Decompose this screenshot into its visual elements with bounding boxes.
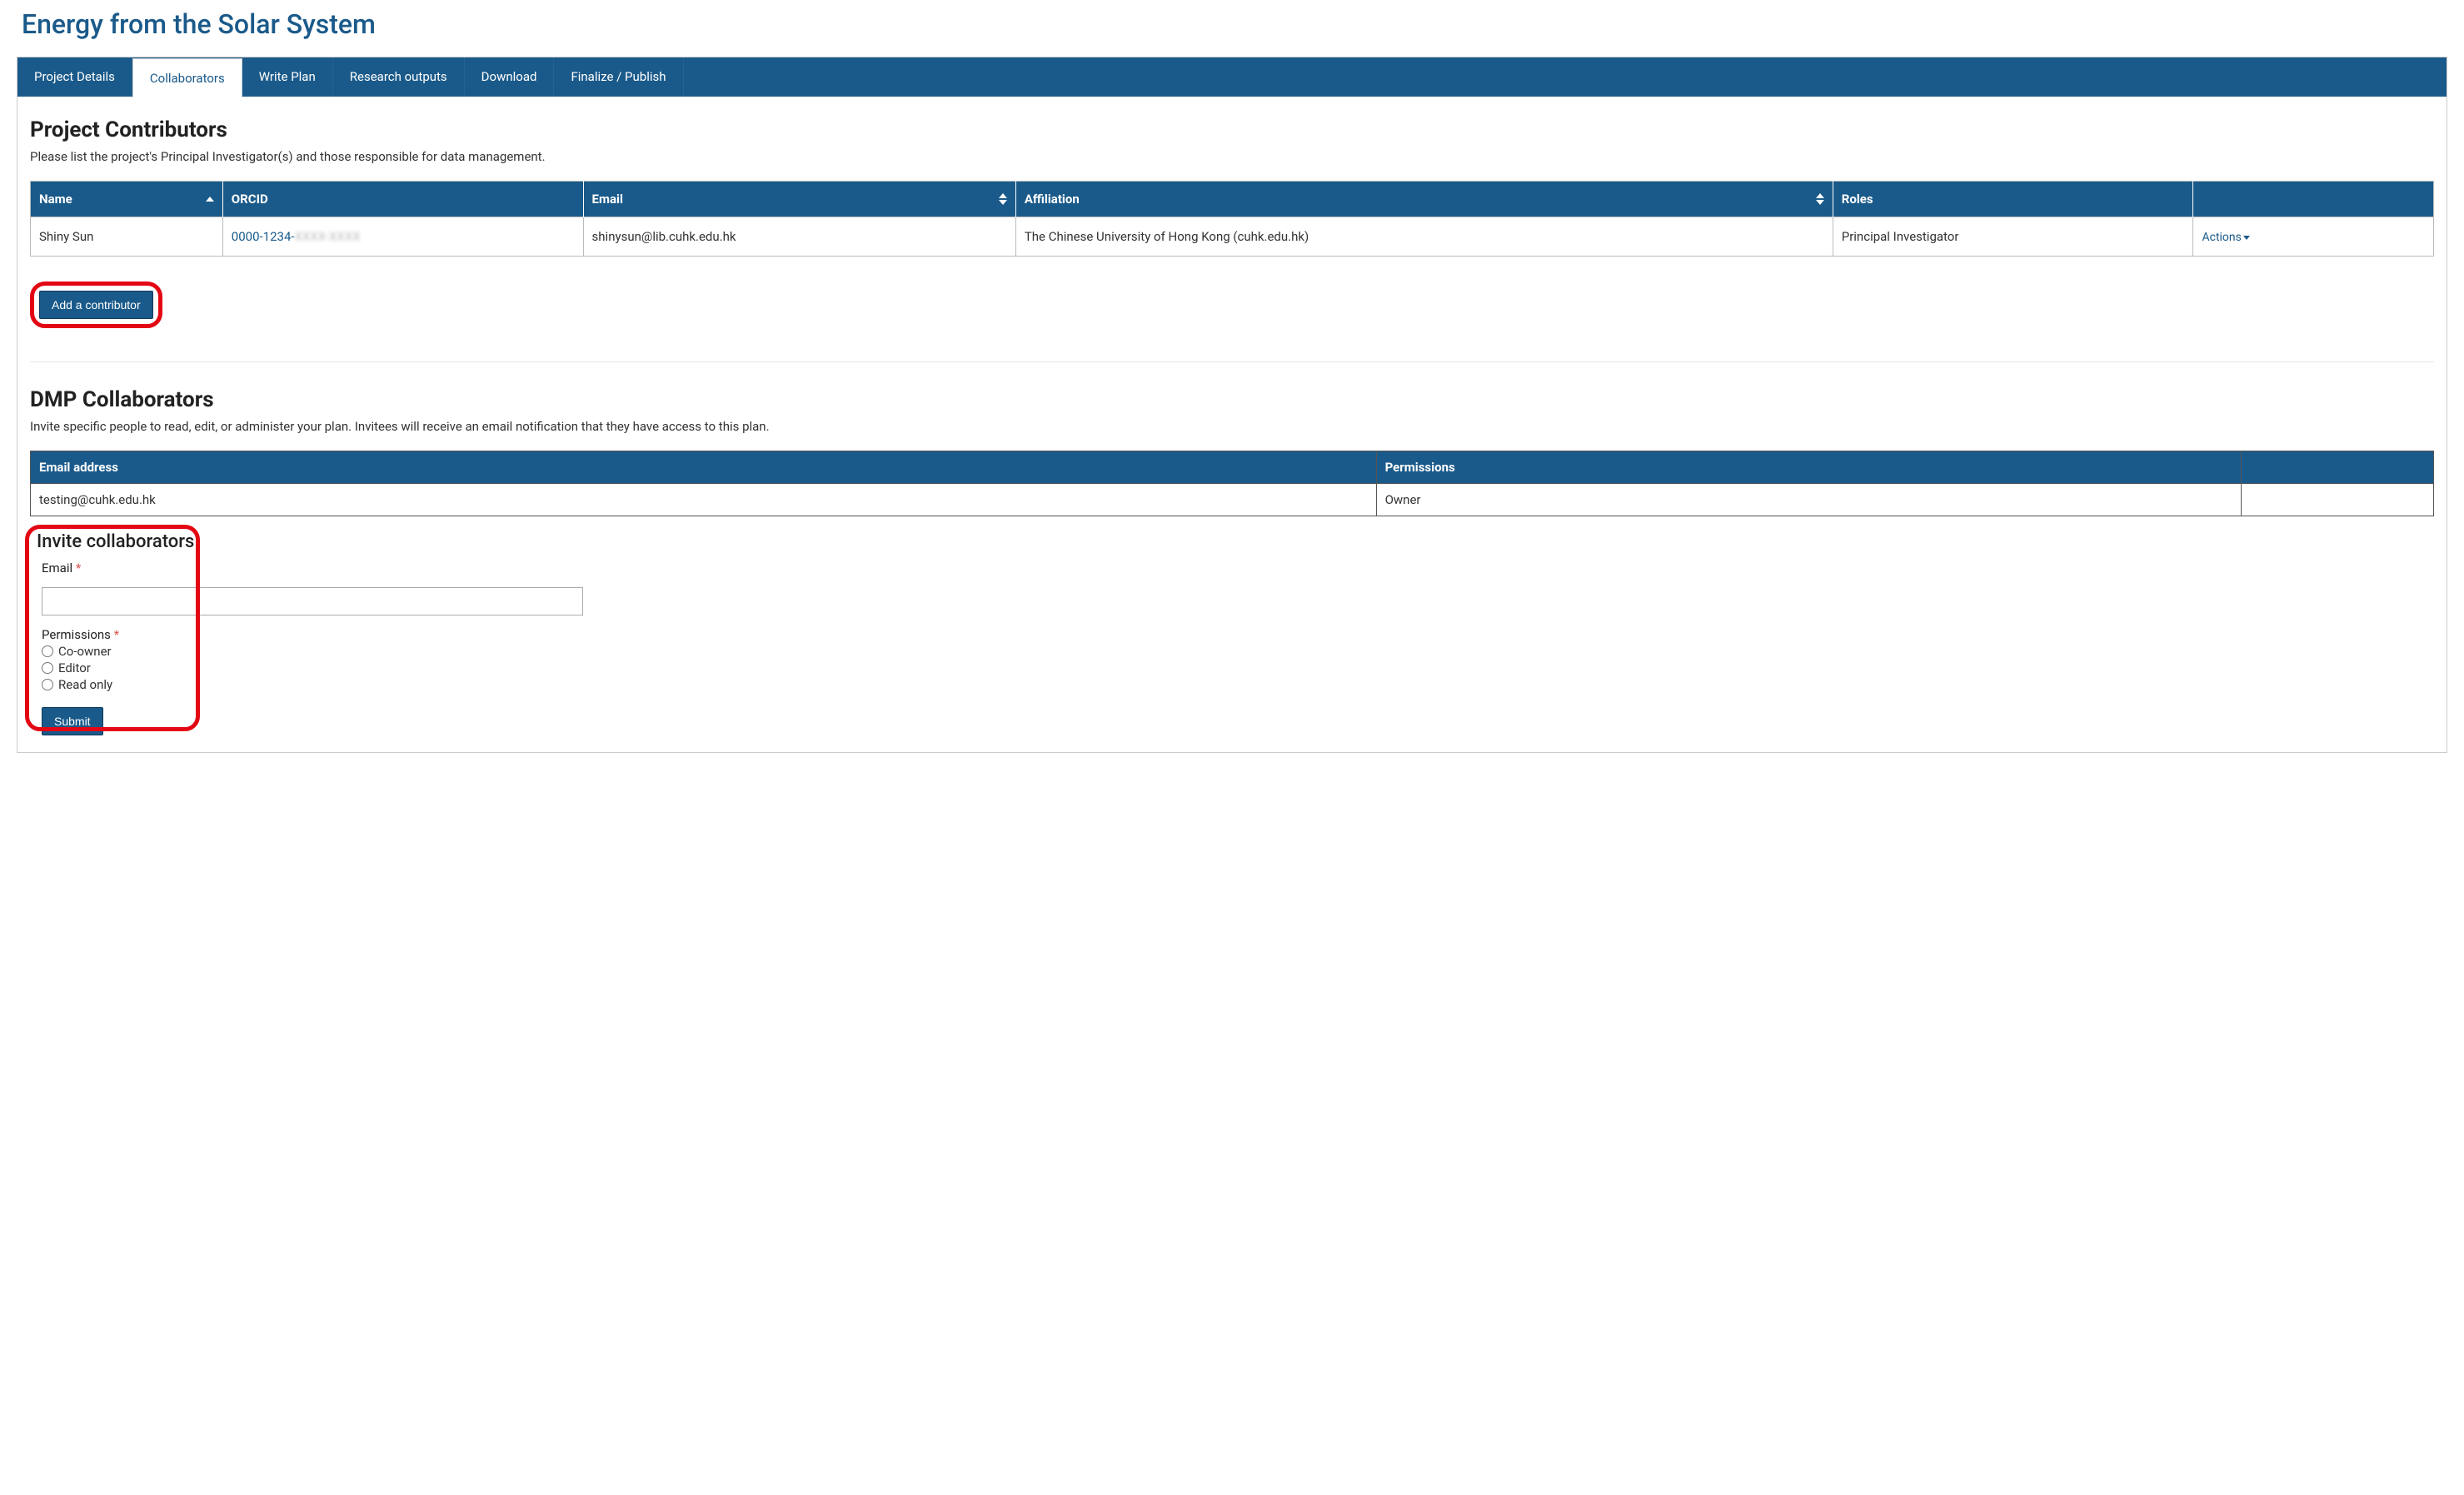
cell-actions: Actions xyxy=(2193,217,2434,257)
orcid-link[interactable]: 0000-1234-XXXX-XXXX xyxy=(232,229,361,244)
tab-panel: Project Details Collaborators Write Plan… xyxy=(17,57,2447,753)
divider xyxy=(30,361,2434,362)
contributors-description: Please list the project's Principal Inve… xyxy=(30,149,2434,164)
radio-coowner-label: Co-owner xyxy=(58,644,112,659)
cell-orcid: 0000-1234-XXXX-XXXX xyxy=(222,217,583,257)
email-label: Email * xyxy=(42,561,2434,576)
radio-readonly-label: Read only xyxy=(58,677,112,692)
add-contributor-button[interactable]: Add a contributor xyxy=(39,291,153,319)
tab-write-plan[interactable]: Write Plan xyxy=(242,57,333,97)
cell-collab-actions xyxy=(2242,484,2434,516)
caret-down-icon xyxy=(2243,236,2250,240)
col-collab-permissions: Permissions xyxy=(1376,451,2242,484)
col-affiliation-label: Affiliation xyxy=(1025,192,1080,207)
tab-finalize-publish[interactable]: Finalize / Publish xyxy=(554,57,683,97)
actions-label: Actions xyxy=(2202,231,2241,244)
page-title: Energy from the Solar System xyxy=(22,8,2447,40)
contributors-table: Name ORCID Email Affiliation xyxy=(30,181,2434,257)
col-roles: Roles xyxy=(1833,182,2193,217)
tabs-nav: Project Details Collaborators Write Plan… xyxy=(17,57,2447,97)
cell-roles: Principal Investigator xyxy=(1833,217,2193,257)
col-collab-actions xyxy=(2242,451,2434,484)
permissions-label: Permissions xyxy=(42,627,111,642)
radio-readonly[interactable]: Read only xyxy=(42,677,2434,692)
table-row: Shiny Sun 0000-1234-XXXX-XXXX shinysun@l… xyxy=(31,217,2434,257)
radio-editor-input[interactable] xyxy=(42,662,53,674)
tab-research-outputs[interactable]: Research outputs xyxy=(333,57,465,97)
orcid-visible: 0000-1234- xyxy=(232,229,295,244)
contributors-heading: Project Contributors xyxy=(30,117,2434,142)
collaborators-heading: DMP Collaborators xyxy=(30,387,2434,412)
tab-project-details[interactable]: Project Details xyxy=(17,57,132,97)
collaborators-table: Email address Permissions testing@cuhk.e… xyxy=(30,451,2434,516)
col-orcid-label: ORCID xyxy=(232,192,268,207)
orcid-redacted: XXXX-XXXX xyxy=(295,229,361,244)
col-email[interactable]: Email xyxy=(583,182,1015,217)
tab-download[interactable]: Download xyxy=(465,57,555,97)
radio-readonly-input[interactable] xyxy=(42,679,53,690)
table-row: testing@cuhk.edu.hk Owner xyxy=(31,484,2434,516)
col-orcid[interactable]: ORCID xyxy=(222,182,583,217)
cell-collab-email: testing@cuhk.edu.hk xyxy=(31,484,1377,516)
radio-editor[interactable]: Editor xyxy=(42,660,2434,675)
invite-heading: Invite collaborators xyxy=(37,531,2434,552)
tab-body: Project Contributors Please list the pro… xyxy=(17,97,2447,752)
required-indicator: * xyxy=(114,627,119,642)
col-affiliation[interactable]: Affiliation xyxy=(1015,182,1833,217)
radio-coowner[interactable]: Co-owner xyxy=(42,644,2434,659)
submit-button[interactable]: Submit xyxy=(42,707,103,735)
actions-dropdown[interactable]: Actions xyxy=(2202,231,2249,244)
cell-collab-permissions: Owner xyxy=(1376,484,2242,516)
col-collab-email: Email address xyxy=(31,451,1377,484)
tab-collaborators[interactable]: Collaborators xyxy=(132,58,242,97)
cell-affiliation: The Chinese University of Hong Kong (cuh… xyxy=(1015,217,1833,257)
cell-email: shinysun@lib.cuhk.edu.hk xyxy=(583,217,1015,257)
sort-both-icon xyxy=(1816,193,1824,205)
col-roles-label: Roles xyxy=(1842,192,1873,207)
collaborators-description: Invite specific people to read, edit, or… xyxy=(30,419,2434,434)
email-field[interactable] xyxy=(42,587,583,615)
sort-both-icon xyxy=(999,193,1007,205)
required-indicator: * xyxy=(76,561,81,576)
email-label-text: Email xyxy=(42,561,72,576)
col-name[interactable]: Name xyxy=(31,182,223,217)
invite-section: Invite collaborators Email * Permissions… xyxy=(30,531,2434,735)
highlight-annotation: Add a contributor xyxy=(30,282,162,328)
col-name-label: Name xyxy=(39,192,72,207)
radio-editor-label: Editor xyxy=(58,660,91,675)
radio-coowner-input[interactable] xyxy=(42,645,53,657)
col-actions xyxy=(2193,182,2434,217)
col-email-label: Email xyxy=(592,192,623,207)
cell-name: Shiny Sun xyxy=(31,217,223,257)
sort-asc-icon xyxy=(206,197,214,202)
